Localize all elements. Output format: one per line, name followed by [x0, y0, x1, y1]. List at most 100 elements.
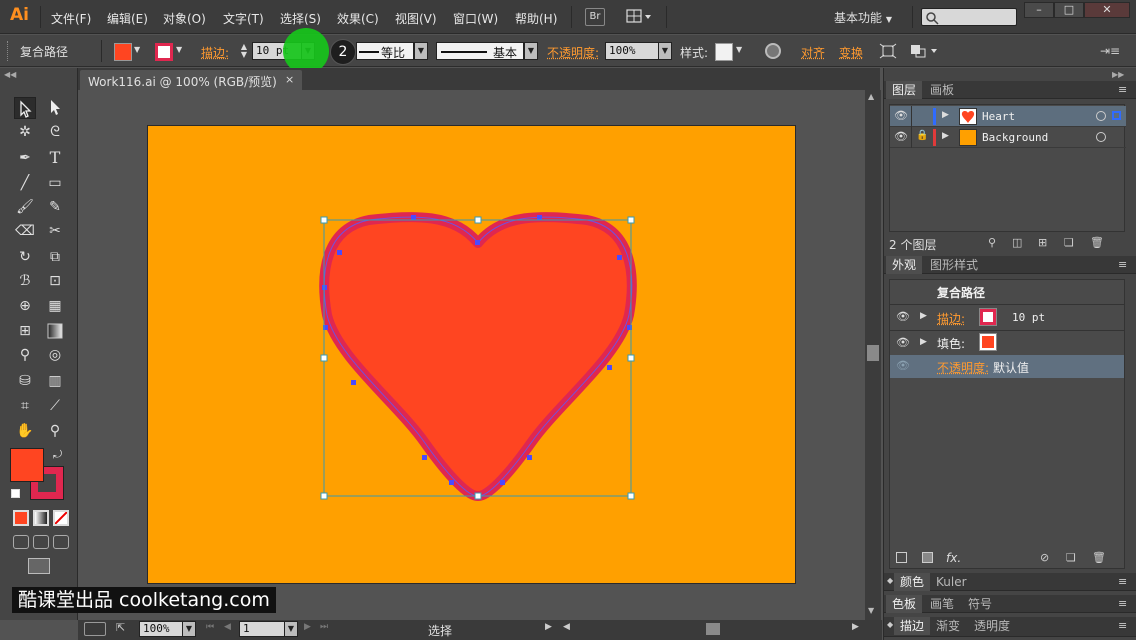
align-panel-link[interactable]: 对齐: [801, 44, 825, 61]
bridge-button[interactable]: Br: [585, 8, 605, 26]
menu-file[interactable]: 文件(F): [51, 10, 91, 27]
panel-menu-icon[interactable]: ≡: [1118, 619, 1127, 632]
tab-stroke[interactable]: 描边: [894, 617, 931, 635]
tab-graphic-styles[interactable]: 图形样式: [924, 256, 984, 274]
selection-indicator[interactable]: [1112, 111, 1121, 120]
pencil-tool-icon[interactable]: ✎: [44, 196, 66, 218]
fill-color-box[interactable]: [10, 448, 44, 482]
mesh-tool-icon[interactable]: ⊞: [14, 320, 36, 342]
scroll-left-icon[interactable]: ◀: [563, 622, 570, 632]
menu-edit[interactable]: 编辑(E): [107, 10, 148, 27]
expand-layer-icon[interactable]: ▶: [942, 131, 949, 141]
tab-gradient[interactable]: 渐变: [930, 617, 966, 635]
target-circle-icon[interactable]: [1096, 111, 1106, 121]
layer-row-heart[interactable]: 👁 ▶ Heart: [890, 106, 1126, 127]
appearance-opacity-row[interactable]: 👁 不透明度: 默认值: [890, 355, 1124, 378]
tab-kuler[interactable]: Kuler: [930, 573, 973, 591]
scroll-up-icon[interactable]: ▲: [868, 92, 874, 101]
appearance-opacity-link[interactable]: 不透明度:: [937, 359, 989, 376]
blob-brush-tool-icon[interactable]: ⌫: [14, 220, 36, 242]
scale-tool-icon[interactable]: ⧉: [44, 246, 66, 268]
none-mode-button[interactable]: [53, 510, 69, 526]
gradient-tool-icon[interactable]: [44, 320, 66, 342]
column-graph-tool-icon[interactable]: ▥: [44, 370, 66, 392]
tab-color[interactable]: 颜色: [894, 573, 931, 591]
visibility-eye-icon[interactable]: 👁: [896, 310, 910, 323]
next-artboard-icon[interactable]: ▶: [304, 622, 311, 632]
add-effect-button[interactable]: fx.: [946, 551, 961, 565]
draw-normal-icon[interactable]: [13, 535, 29, 549]
panel-grip[interactable]: [7, 41, 10, 61]
stroke-weight-stepper[interactable]: ▲ ▼: [237, 43, 251, 61]
menu-object[interactable]: 对象(O): [163, 10, 206, 27]
panel-menu-icon[interactable]: ≡: [1118, 258, 1127, 271]
menu-help[interactable]: 帮助(H): [515, 10, 557, 27]
recolor-artwork-icon[interactable]: [765, 43, 781, 59]
target-circle-icon[interactable]: [1096, 132, 1106, 142]
chevron-down-icon[interactable]: ▼: [176, 45, 182, 54]
artboard-number-input[interactable]: 1: [239, 621, 285, 637]
appearance-fill-row[interactable]: 👁 ▶ 填色:: [890, 331, 1124, 355]
appearance-stroke-link[interactable]: 描边:: [937, 310, 965, 327]
draw-behind-icon[interactable]: [33, 535, 49, 549]
add-stroke-icon[interactable]: [896, 552, 907, 563]
rectangle-tool-icon[interactable]: ▭: [44, 172, 66, 194]
duplicate-item-icon[interactable]: ❏: [1066, 551, 1076, 564]
panel-menu-icon[interactable]: ≡: [1118, 597, 1127, 610]
shape-builder-tool-icon[interactable]: ⊕: [14, 295, 36, 317]
symbol-sprayer-tool-icon[interactable]: ⛁: [14, 370, 36, 392]
tab-appearance[interactable]: 外观: [886, 256, 923, 274]
lasso-tool-icon[interactable]: ᘓ: [44, 121, 66, 143]
close-tab-icon[interactable]: ×: [285, 73, 294, 86]
vertical-scroll-thumb[interactable]: [867, 345, 879, 361]
prev-artboard-icon[interactable]: ◀: [224, 622, 231, 632]
stroke-panel-link[interactable]: 描边:: [201, 44, 229, 61]
locate-object-icon[interactable]: ⚲: [988, 236, 996, 249]
zoom-dropdown[interactable]: ▼: [182, 621, 196, 637]
menu-window[interactable]: 窗口(W): [453, 10, 498, 27]
gradient-mode-button[interactable]: [33, 510, 49, 526]
swap-colors-icon[interactable]: ⤾: [53, 448, 62, 462]
delete-item-icon[interactable]: 🗑: [1092, 551, 1106, 564]
tab-symbols[interactable]: 符号: [962, 595, 998, 613]
expand-panel-icon[interactable]: ◆: [887, 576, 893, 585]
appearance-stroke-weight[interactable]: 10 pt: [1012, 311, 1045, 324]
appearance-stroke-row[interactable]: 👁 ▶ 描边: 10 pt: [890, 305, 1124, 330]
zoom-tool-icon[interactable]: ⚲: [44, 420, 66, 442]
expand-panel-icon[interactable]: ◆: [887, 620, 893, 629]
blend-tool-icon[interactable]: ◎: [44, 344, 66, 366]
color-mode-button[interactable]: [13, 510, 29, 526]
expand-stroke-icon[interactable]: ▶: [920, 311, 927, 321]
arrange-icon[interactable]: [909, 43, 939, 62]
tab-layers[interactable]: 图层: [886, 81, 923, 99]
paintbrush-tool-icon[interactable]: 🖌: [14, 196, 36, 218]
clear-appearance-icon[interactable]: ⊘: [1040, 551, 1049, 564]
draw-inside-icon[interactable]: [53, 535, 69, 549]
brush-definition[interactable]: 基本: [436, 42, 524, 60]
fill-swatch[interactable]: [979, 333, 997, 351]
pen-tool-icon[interactable]: ✒: [14, 147, 36, 169]
workspace-switcher[interactable]: 基本功能 ▼: [834, 9, 892, 26]
tab-artboards[interactable]: 画板: [924, 81, 960, 99]
hand-tool-icon[interactable]: ✋: [14, 420, 36, 442]
selection-tool-icon[interactable]: [14, 97, 36, 119]
opacity-panel-link[interactable]: 不透明度:: [547, 44, 599, 61]
zoom-input[interactable]: 100%: [139, 621, 183, 637]
tab-swatches[interactable]: 色板: [886, 595, 923, 613]
close-window-button[interactable]: ✕: [1084, 2, 1130, 18]
panel-menu-icon[interactable]: ≡: [1118, 575, 1127, 588]
visibility-eye-icon[interactable]: 👁: [894, 130, 908, 143]
layer-row-background[interactable]: 👁 🔒 ▶ Background: [890, 127, 1126, 148]
lock-icon[interactable]: 🔒: [916, 130, 928, 141]
artboard-tool-icon[interactable]: ⌗: [14, 395, 36, 417]
screen-mode-icon[interactable]: [28, 558, 50, 574]
share-icon[interactable]: ⇱: [116, 621, 125, 634]
panel-menu-icon[interactable]: ≡: [1118, 83, 1127, 96]
opacity-input[interactable]: 100%: [605, 42, 659, 60]
expand-layer-icon[interactable]: ▶: [942, 110, 949, 120]
slice-tool-icon[interactable]: ⟋: [44, 395, 66, 417]
graphic-style-swatch[interactable]: [715, 43, 733, 61]
maximize-button[interactable]: □: [1054, 2, 1084, 18]
variable-width-profile[interactable]: 等比: [356, 42, 414, 60]
new-sublayer-icon[interactable]: ⊞: [1038, 236, 1047, 249]
